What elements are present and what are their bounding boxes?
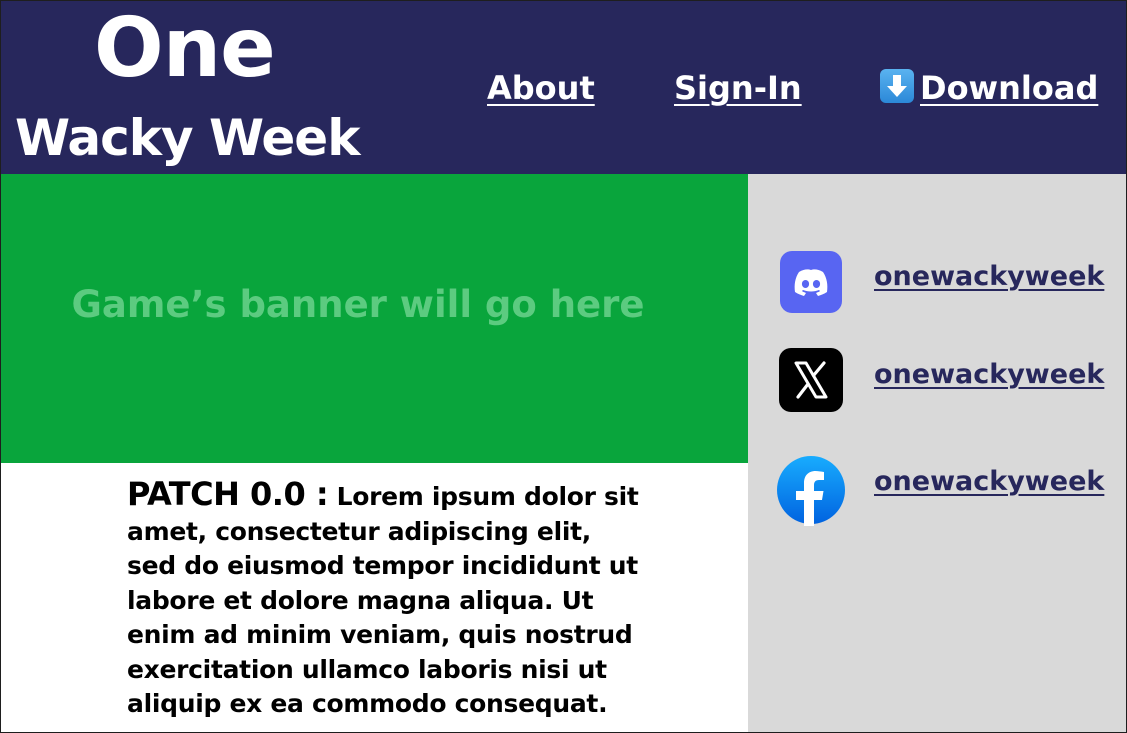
facebook-icon[interactable] [776,454,846,530]
banner-placeholder-text: Game’s banner will go here [71,283,645,326]
game-banner: Game’s banner will go here [1,174,748,463]
x-handle-link[interactable]: onewackyweek [874,357,1104,393]
nav-about-link[interactable]: About [487,67,595,109]
social-row-facebook: onewackyweek [748,454,1126,526]
nav-signin-link[interactable]: Sign-In [674,67,802,109]
download-arrow-icon [880,69,914,103]
nav-download-label: Download [920,69,1099,107]
site-header: One Wacky Week About Sign-In Download [1,1,1126,174]
social-sidebar: onewackyweek onewackyweek onewackyweek [748,174,1126,732]
logo-subtitle[interactable]: Wacky Week [15,106,360,170]
patch-body: Lorem ipsum dolor sit amet, consectetur … [127,482,639,718]
nav-download-link[interactable]: Download [880,67,1098,109]
facebook-handle-link[interactable]: onewackyweek [874,464,1104,500]
social-row-x: onewackyweek [748,347,1126,417]
x-twitter-icon[interactable] [779,348,843,416]
social-row-discord: onewackyweek [748,249,1126,319]
patch-notes: PATCH 0.0 : Lorem ipsum dolor sit amet, … [127,477,647,722]
patch-title: PATCH 0.0 : [127,475,329,513]
discord-handle-link[interactable]: onewackyweek [874,259,1104,295]
page: One Wacky Week About Sign-In Download Ga… [0,0,1127,733]
logo-title[interactable]: One [94,1,276,99]
discord-icon[interactable] [780,251,842,317]
